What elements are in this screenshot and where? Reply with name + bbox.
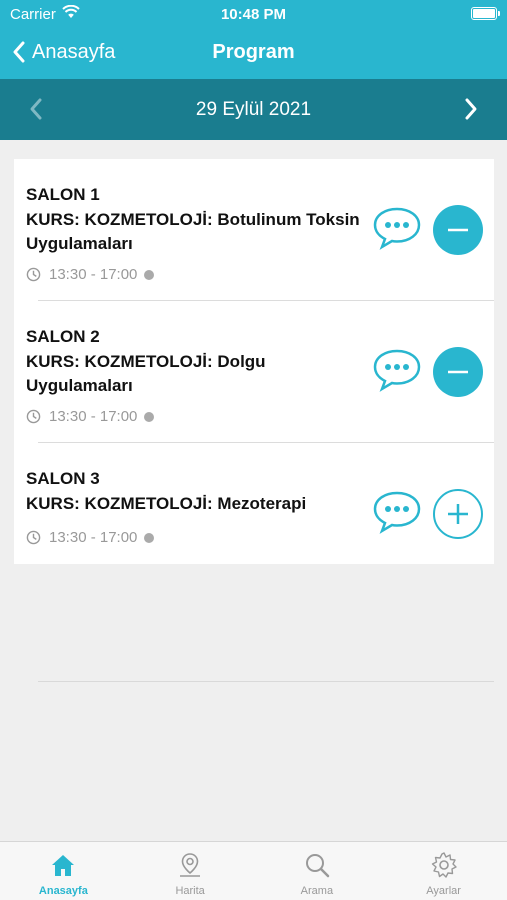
navigation-header: Carrier 10:48 PM Anasayfa Program bbox=[0, 0, 507, 79]
session-time: 13:30 - 17:00 bbox=[26, 529, 155, 546]
session-salon: SALON 3 bbox=[26, 469, 100, 488]
tab-bar: Anasayfa Harita Arama Ayarlar bbox=[0, 841, 507, 900]
minus-icon bbox=[448, 228, 468, 232]
status-dot bbox=[144, 411, 155, 422]
clock-icon bbox=[26, 530, 41, 545]
gear-icon bbox=[431, 852, 457, 878]
status-dot bbox=[144, 532, 155, 543]
session-item[interactable]: SALON 3 KURS: KOZMETOLOJİ: Mezoterapi 13… bbox=[14, 443, 494, 564]
session-salon: SALON 2 bbox=[26, 327, 100, 346]
comment-icon[interactable] bbox=[372, 490, 422, 534]
tab-label: Ayarlar bbox=[426, 885, 461, 897]
tab-ayarlar[interactable]: Ayarlar bbox=[380, 842, 507, 900]
tab-label: Anasayfa bbox=[38, 885, 88, 897]
tab-harita[interactable]: Harita bbox=[127, 842, 254, 900]
add-session-button[interactable] bbox=[433, 489, 483, 539]
divider bbox=[38, 681, 494, 682]
chevron-right-icon bbox=[465, 98, 477, 120]
session-course: KURS: KOZMETOLOJİ: Botulinum Toksin Uygu… bbox=[26, 210, 360, 253]
page-title: Program bbox=[212, 41, 295, 63]
session-item[interactable]: SALON 1 KURS: KOZMETOLOJİ: Botulinum Tok… bbox=[14, 159, 494, 301]
current-date: 29 Eylül 2021 bbox=[195, 99, 312, 120]
status-bar: Carrier 10:48 PM bbox=[0, 0, 507, 28]
clock-icon bbox=[26, 409, 41, 424]
remove-session-button[interactable] bbox=[433, 205, 483, 255]
session-course: KURS: KOZMETOLOJİ: Mezoterapi bbox=[26, 494, 307, 513]
remove-session-button[interactable] bbox=[433, 347, 483, 397]
session-time-text: 13:30 - 17:00 bbox=[49, 408, 138, 425]
session-salon: SALON 1 bbox=[26, 185, 100, 204]
next-day-button[interactable] bbox=[463, 97, 479, 126]
map-pin-icon bbox=[180, 853, 201, 877]
date-bar: 29 Eylül 2021 bbox=[0, 79, 507, 140]
session-time-text: 13:30 - 17:00 bbox=[49, 529, 138, 546]
tab-arama[interactable]: Arama bbox=[254, 842, 381, 900]
session-item[interactable]: SALON 2 KURS: KOZMETOLOJİ: Dolgu Uygulam… bbox=[14, 301, 494, 443]
home-icon bbox=[52, 855, 75, 876]
status-dot bbox=[144, 269, 155, 280]
tab-anasayfa[interactable]: Anasayfa bbox=[0, 842, 127, 900]
minus-icon bbox=[448, 370, 468, 374]
session-time: 13:30 - 17:00 bbox=[26, 266, 155, 283]
session-list: SALON 1 KURS: KOZMETOLOJİ: Botulinum Tok… bbox=[14, 159, 494, 564]
tab-label: Harita bbox=[175, 885, 205, 897]
session-time-text: 13:30 - 17:00 bbox=[49, 266, 138, 283]
session-time: 13:30 - 17:00 bbox=[26, 408, 155, 425]
search-icon bbox=[305, 854, 330, 878]
comment-icon[interactable] bbox=[372, 348, 422, 392]
session-course: KURS: KOZMETOLOJİ: Dolgu Uygulamaları bbox=[26, 352, 266, 395]
battery-icon bbox=[471, 7, 500, 20]
comment-icon[interactable] bbox=[372, 206, 422, 250]
tab-label: Arama bbox=[300, 885, 334, 897]
clock-icon bbox=[26, 267, 41, 282]
plus-icon bbox=[448, 504, 468, 524]
status-time: 10:48 PM bbox=[220, 6, 287, 23]
